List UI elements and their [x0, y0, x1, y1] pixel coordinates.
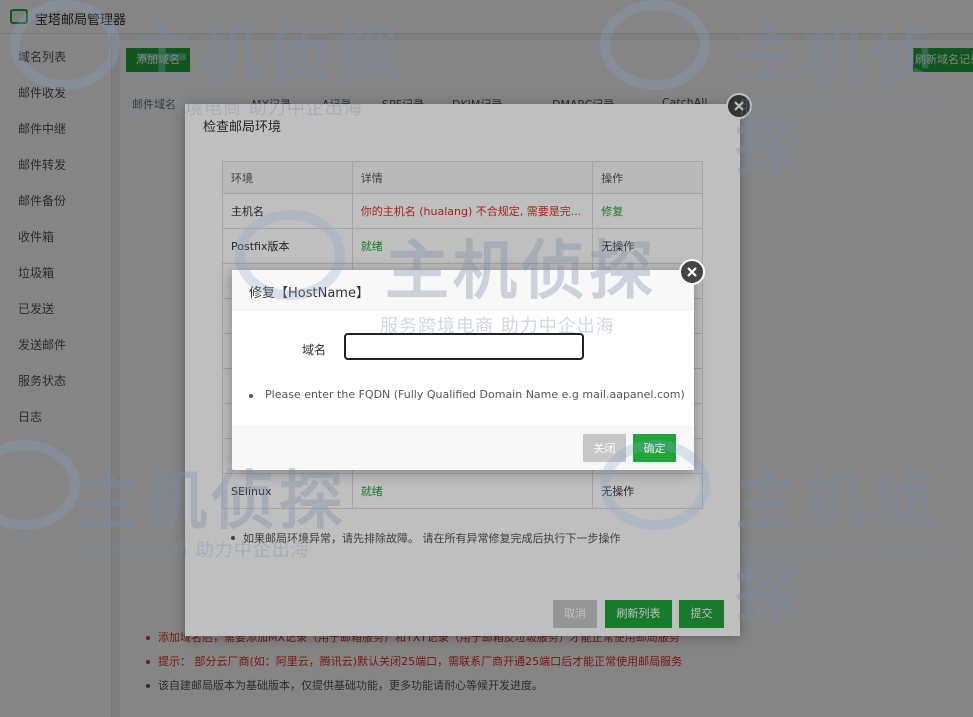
domain-input[interactable] [344, 333, 584, 360]
domain-label: 域名 [302, 343, 327, 357]
close-icon[interactable] [679, 259, 705, 285]
modal-header: 修复【HostName】 [232, 270, 694, 310]
confirm-button[interactable]: 确定 [633, 434, 676, 462]
modal-title: 修复【HostName】 [249, 286, 369, 301]
fix-hostname-modal: 修复【HostName】 域名 Please enter the FQDN (F… [232, 270, 694, 470]
fqdn-hint: Please enter the FQDN (Fully Qualified D… [249, 388, 685, 401]
close-button[interactable]: 关闭 [583, 434, 626, 462]
